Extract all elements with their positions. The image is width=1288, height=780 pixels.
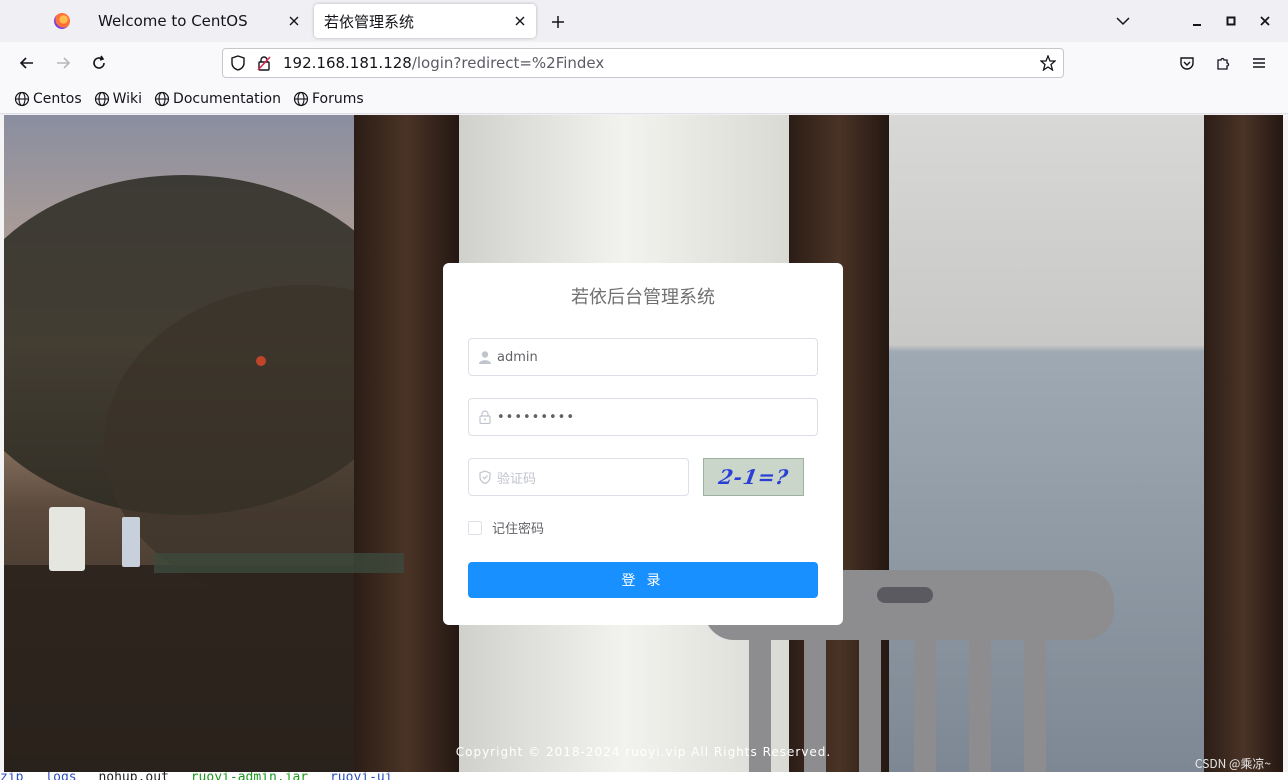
list-all-tabs-button[interactable]	[1110, 8, 1136, 34]
copyright-footer: Copyright © 2018-2024 ruoyi.vip All Righ…	[455, 745, 832, 759]
tab-title: 若依管理系统	[324, 10, 415, 32]
bookmark-centos[interactable]: Centos	[14, 91, 82, 107]
login-title: 若依后台管理系统	[571, 283, 715, 309]
bookmark-star-icon[interactable]	[1033, 50, 1063, 76]
terminal-background: zip logs nohup.out ruoyi-admin.jar ruoyi…	[0, 772, 1288, 780]
terminal-item: ruoyi-admin.jar	[190, 772, 309, 780]
navigation-toolbar: 192.168.181.128/login?redirect=%2Findex	[0, 42, 1288, 84]
close-icon[interactable]	[282, 9, 306, 33]
login-button-label: 登 录	[621, 570, 665, 590]
globe-icon	[154, 91, 170, 107]
username-field[interactable]: admin	[468, 338, 818, 376]
tab-bar: Welcome to CentOS 若依管理系统	[0, 0, 1288, 42]
shield-check-icon	[469, 470, 497, 484]
minimize-icon	[1193, 24, 1201, 26]
back-button[interactable]	[13, 49, 41, 77]
login-button[interactable]: 登 录	[468, 562, 818, 598]
reload-icon	[93, 55, 105, 69]
minimize-button[interactable]	[1184, 8, 1210, 34]
close-icon	[1260, 16, 1270, 26]
page-viewport: 若依后台管理系统 admin ••••••••• 验证码 2-1=? 记住密码 …	[4, 115, 1283, 772]
password-field[interactable]: •••••••••	[468, 398, 818, 436]
window-edge	[1283, 115, 1288, 772]
arrow-left-icon	[19, 57, 33, 69]
lock-icon	[469, 410, 497, 424]
captcha-image[interactable]: 2-1=?	[703, 458, 804, 496]
terminal-item: nohup.out	[98, 772, 169, 780]
csdn-watermark: CSDN @乘凉~	[1194, 755, 1271, 772]
bookmarks-toolbar: Centos Wiki Documentation Forums	[0, 84, 1288, 114]
remember-password[interactable]: 记住密码	[468, 518, 544, 537]
firefox-icon	[54, 13, 70, 29]
arrow-right-icon	[57, 57, 71, 69]
close-icon[interactable]	[508, 9, 532, 33]
url-path: /login?redirect=%2Findex	[411, 54, 605, 72]
terminal-item: zip	[0, 772, 24, 780]
globe-icon	[94, 91, 110, 107]
browser-window: Welcome to CentOS 若依管理系统 192.168.181.128…	[0, 0, 1288, 780]
extensions-button[interactable]	[1209, 49, 1237, 77]
close-window-button[interactable]	[1252, 8, 1278, 34]
login-form: 若依后台管理系统 admin ••••••••• 验证码 2-1=? 记住密码 …	[443, 263, 843, 625]
captcha-text: 2-1=?	[716, 465, 791, 489]
bookmark-label: Centos	[33, 90, 82, 107]
url-text[interactable]: 192.168.181.128/login?redirect=%2Findex	[277, 54, 1033, 72]
tab-welcome-centos[interactable]: Welcome to CentOS	[88, 4, 310, 38]
pocket-icon	[1180, 57, 1194, 70]
insecure-lock-icon[interactable]	[251, 50, 277, 76]
bookmark-wiki[interactable]: Wiki	[94, 91, 142, 107]
bookmark-label: Forums	[311, 90, 364, 107]
reload-button[interactable]	[85, 49, 113, 77]
terminal-item: ruoyi-ui	[329, 772, 393, 780]
url-bar[interactable]: 192.168.181.128/login?redirect=%2Findex	[222, 48, 1064, 78]
user-icon	[469, 350, 497, 364]
firefox-view-button[interactable]	[40, 4, 84, 38]
bookmark-label: Wiki	[112, 90, 143, 107]
bookmark-documentation[interactable]: Documentation	[154, 91, 281, 107]
chevron-down-icon	[1116, 17, 1130, 26]
captcha-field[interactable]: 验证码	[468, 458, 689, 496]
captcha-input[interactable]: 验证码	[497, 468, 536, 487]
forward-button[interactable]	[49, 49, 77, 77]
shield-icon[interactable]	[225, 50, 251, 76]
menu-button[interactable]	[1245, 49, 1273, 77]
globe-icon	[14, 91, 30, 107]
tab-title: Welcome to CentOS	[98, 12, 248, 30]
url-host: 192.168.181.128	[283, 54, 412, 72]
tab-ruoyi[interactable]: 若依管理系统	[314, 4, 536, 38]
remember-label: 记住密码	[492, 518, 545, 537]
globe-icon	[293, 91, 309, 107]
bookmark-label: Documentation	[173, 90, 281, 107]
terminal-item: logs	[45, 772, 77, 780]
hamburger-menu-icon	[1253, 58, 1265, 68]
password-input[interactable]: •••••••••	[497, 410, 575, 425]
remember-checkbox[interactable]	[468, 520, 482, 535]
bookmark-forums[interactable]: Forums	[293, 91, 364, 107]
plus-icon	[552, 16, 564, 28]
username-input[interactable]: admin	[497, 350, 538, 365]
new-tab-button[interactable]	[544, 8, 572, 36]
pocket-button[interactable]	[1173, 49, 1201, 77]
maximize-icon	[1226, 16, 1236, 26]
puzzle-icon	[1217, 57, 1230, 70]
maximize-button[interactable]	[1218, 8, 1244, 34]
